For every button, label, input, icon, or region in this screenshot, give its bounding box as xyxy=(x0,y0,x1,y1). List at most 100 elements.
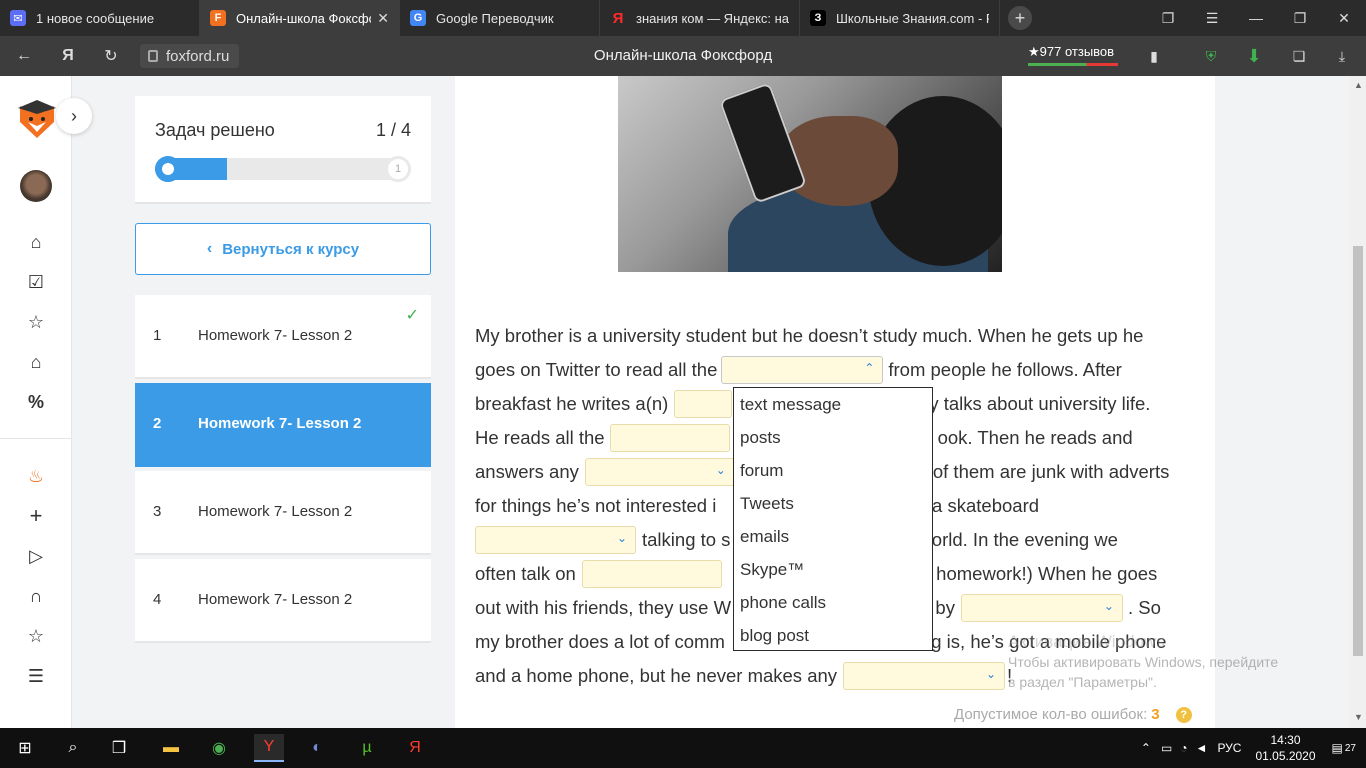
star-outline-icon[interactable]: ☆ xyxy=(20,622,52,650)
lesson-name: Homework 7- Lesson 2 xyxy=(198,327,353,344)
reload-icon[interactable]: ↻ xyxy=(99,44,123,68)
scrollbar-thumb[interactable] xyxy=(1353,246,1363,656)
fire-icon[interactable]: ♨ xyxy=(20,462,52,490)
dropdown-menu: text message posts forum Tweets emails S… xyxy=(733,387,933,651)
task-view-icon[interactable]: ❒ xyxy=(104,734,134,762)
bookmark-icon[interactable]: ▮ xyxy=(1142,44,1166,68)
plus-icon[interactable]: + xyxy=(20,502,52,530)
browser-tab-strip: ✉ 1 новое сообщение F Онлайн-школа Фоксф… xyxy=(0,0,1366,36)
progress-card: Задач решено 1 / 4 1 xyxy=(135,96,431,204)
dropdown-option[interactable]: Skype™ xyxy=(734,553,932,586)
list-icon[interactable]: ☰ xyxy=(20,662,52,690)
dropdown-option[interactable]: phone calls xyxy=(734,586,932,619)
browser-tab[interactable]: G Google Переводчик xyxy=(400,0,600,36)
yandex-icon[interactable]: Я xyxy=(400,734,430,762)
dropdown-option[interactable]: forum xyxy=(734,454,932,487)
scroll-down-icon[interactable]: ▼ xyxy=(1354,712,1363,722)
browser-tab[interactable]: З Школьные Знания.com - Реш xyxy=(800,0,1000,36)
back-to-course-button[interactable]: ‹ Вернуться к курсу xyxy=(135,223,431,275)
lesson-item-active[interactable]: 2 Homework 7- Lesson 2 xyxy=(135,383,431,467)
file-explorer-icon[interactable]: ▬ xyxy=(156,734,186,762)
answer-dropdown-2[interactable] xyxy=(674,390,733,418)
progress-track xyxy=(155,158,411,180)
answer-dropdown-6[interactable] xyxy=(581,560,722,588)
fox-icon: F xyxy=(210,10,226,26)
close-window-icon[interactable]: ✕ xyxy=(1322,0,1366,36)
play-icon[interactable]: ▷ xyxy=(20,542,52,570)
downloads-arrow-icon[interactable]: ⤓ xyxy=(1330,44,1354,68)
shield-icon[interactable]: ⛨ xyxy=(1199,44,1223,68)
tab-close-icon[interactable]: ✕ xyxy=(377,10,389,27)
lesson-item[interactable]: 4 Homework 7- Lesson 2 xyxy=(135,559,431,643)
browser-tab[interactable]: ✉ 1 новое сообщение xyxy=(0,0,200,36)
page-scrollbar[interactable]: ▲ ▼ xyxy=(1350,76,1366,728)
utorrent-icon[interactable]: µ xyxy=(352,734,382,762)
window-controls: ❐ ☰ — ❐ ✕ xyxy=(1146,0,1366,36)
language-indicator[interactable]: РУС xyxy=(1217,741,1241,755)
lesson-number: 2 xyxy=(153,415,162,432)
system-tray: ⌃ ▭ ◔ ◄ РУС 14:30 01.05.2020 ▤ 27 xyxy=(1141,728,1366,768)
menu-icon[interactable]: ☰ xyxy=(1190,0,1234,36)
lesson-name: Homework 7- Lesson 2 xyxy=(198,591,353,608)
minimize-icon[interactable]: — xyxy=(1234,0,1278,36)
browser-tab[interactable]: Я знания ком — Яндекс: нашлось xyxy=(600,0,800,36)
back-to-course-label: Вернуться к курсу xyxy=(222,240,360,258)
answer-dropdown-7[interactable]: ⌄ xyxy=(960,594,1123,622)
headphones-icon[interactable]: ∩ xyxy=(20,582,52,610)
windows-taskbar: ⊞ ⌕ ❒ ▬ ◉ Y ◐ µ Я ⌃ ▭ ◔ ◄ РУС 14:30 01.0… xyxy=(0,728,1366,768)
star-icon[interactable]: ☆ xyxy=(20,308,52,336)
avatar[interactable] xyxy=(20,170,52,202)
network-icon[interactable]: ▭ xyxy=(1161,741,1172,755)
lesson-item[interactable]: 1 Homework 7- Lesson 2 ✓ xyxy=(135,295,431,379)
dropdown-option[interactable]: text message xyxy=(734,388,932,421)
yandex-browser-icon[interactable]: Y xyxy=(254,734,284,762)
allowed-errors-value: 3 xyxy=(1151,706,1160,723)
tabs-menu-icon[interactable]: ❐ xyxy=(1146,0,1190,36)
answer-dropdown-8[interactable]: ⌄ xyxy=(843,662,1006,690)
new-tab-button[interactable]: + xyxy=(1000,0,1040,36)
home-icon[interactable]: ⌂ xyxy=(20,228,52,256)
windows-start-icon[interactable]: ⊞ xyxy=(10,734,40,762)
notifications-icon[interactable]: ▤ 27 xyxy=(1332,741,1356,755)
help-icon[interactable]: ? xyxy=(1175,706,1192,723)
chevron-down-icon: ⌄ xyxy=(985,667,997,681)
back-icon[interactable]: ← xyxy=(12,44,36,68)
dropdown-option[interactable]: blog post xyxy=(734,619,932,652)
yandex-logo-icon[interactable]: Я xyxy=(56,44,80,68)
volume-icon[interactable]: ◄ xyxy=(1196,741,1208,755)
lesson-item[interactable]: 3 Homework 7- Lesson 2 xyxy=(135,471,431,555)
reviews-badge[interactable]: ★977 отзывов xyxy=(1028,44,1118,66)
mail-icon: ✉ xyxy=(10,10,26,26)
passage-line: goes on Twitter to read all the ⌃ from p… xyxy=(475,353,1122,387)
progress-end-marker: 1 xyxy=(385,156,411,182)
tag-icon[interactable]: ⌂ xyxy=(20,348,52,376)
answer-dropdown-1[interactable]: ⌃ xyxy=(721,356,884,384)
clock[interactable]: 14:30 01.05.2020 xyxy=(1255,732,1315,764)
discord-icon[interactable]: ◐ xyxy=(302,734,332,762)
wifi-icon[interactable]: ◔ xyxy=(1180,741,1187,755)
tasks-icon[interactable]: ☑ xyxy=(20,268,52,296)
url-field[interactable]: foxford.ru xyxy=(140,44,240,68)
dropdown-option[interactable]: emails xyxy=(734,520,932,553)
chevron-right-icon[interactable]: › xyxy=(56,98,92,134)
chevron-up-icon[interactable]: ⌃ xyxy=(1141,741,1151,755)
chevron-down-icon: ⌄ xyxy=(616,531,627,545)
dropdown-option[interactable]: Tweets xyxy=(734,487,932,520)
scroll-up-icon[interactable]: ▲ xyxy=(1354,80,1363,90)
percent-icon[interactable]: % xyxy=(20,388,52,416)
download-icon[interactable]: ⬇ xyxy=(1242,44,1266,68)
address-bar: ← Я ↻ foxford.ru Онлайн-школа Фоксфорд ★… xyxy=(0,36,1366,76)
answer-dropdown-5[interactable]: ⌄ xyxy=(475,526,636,554)
restore-icon[interactable]: ❐ xyxy=(1278,0,1322,36)
answer-dropdown-3[interactable] xyxy=(609,424,730,452)
foxford-logo-icon[interactable] xyxy=(18,100,56,140)
passage-line: and a home phone, but he never makes any… xyxy=(475,659,1012,693)
dropdown-option[interactable]: posts xyxy=(734,421,932,454)
search-icon[interactable]: ⌕ xyxy=(58,734,88,762)
chevron-left-icon: ‹ xyxy=(206,240,213,257)
answer-dropdown-4[interactable]: ⌄ xyxy=(584,458,735,486)
tab-title: Google Переводчик xyxy=(436,10,554,26)
browser-tab-active[interactable]: F Онлайн-школа Фоксфорд ✕ xyxy=(200,0,400,36)
chrome-icon[interactable]: ◉ xyxy=(204,734,234,762)
collections-icon[interactable]: ❏ xyxy=(1287,44,1311,68)
